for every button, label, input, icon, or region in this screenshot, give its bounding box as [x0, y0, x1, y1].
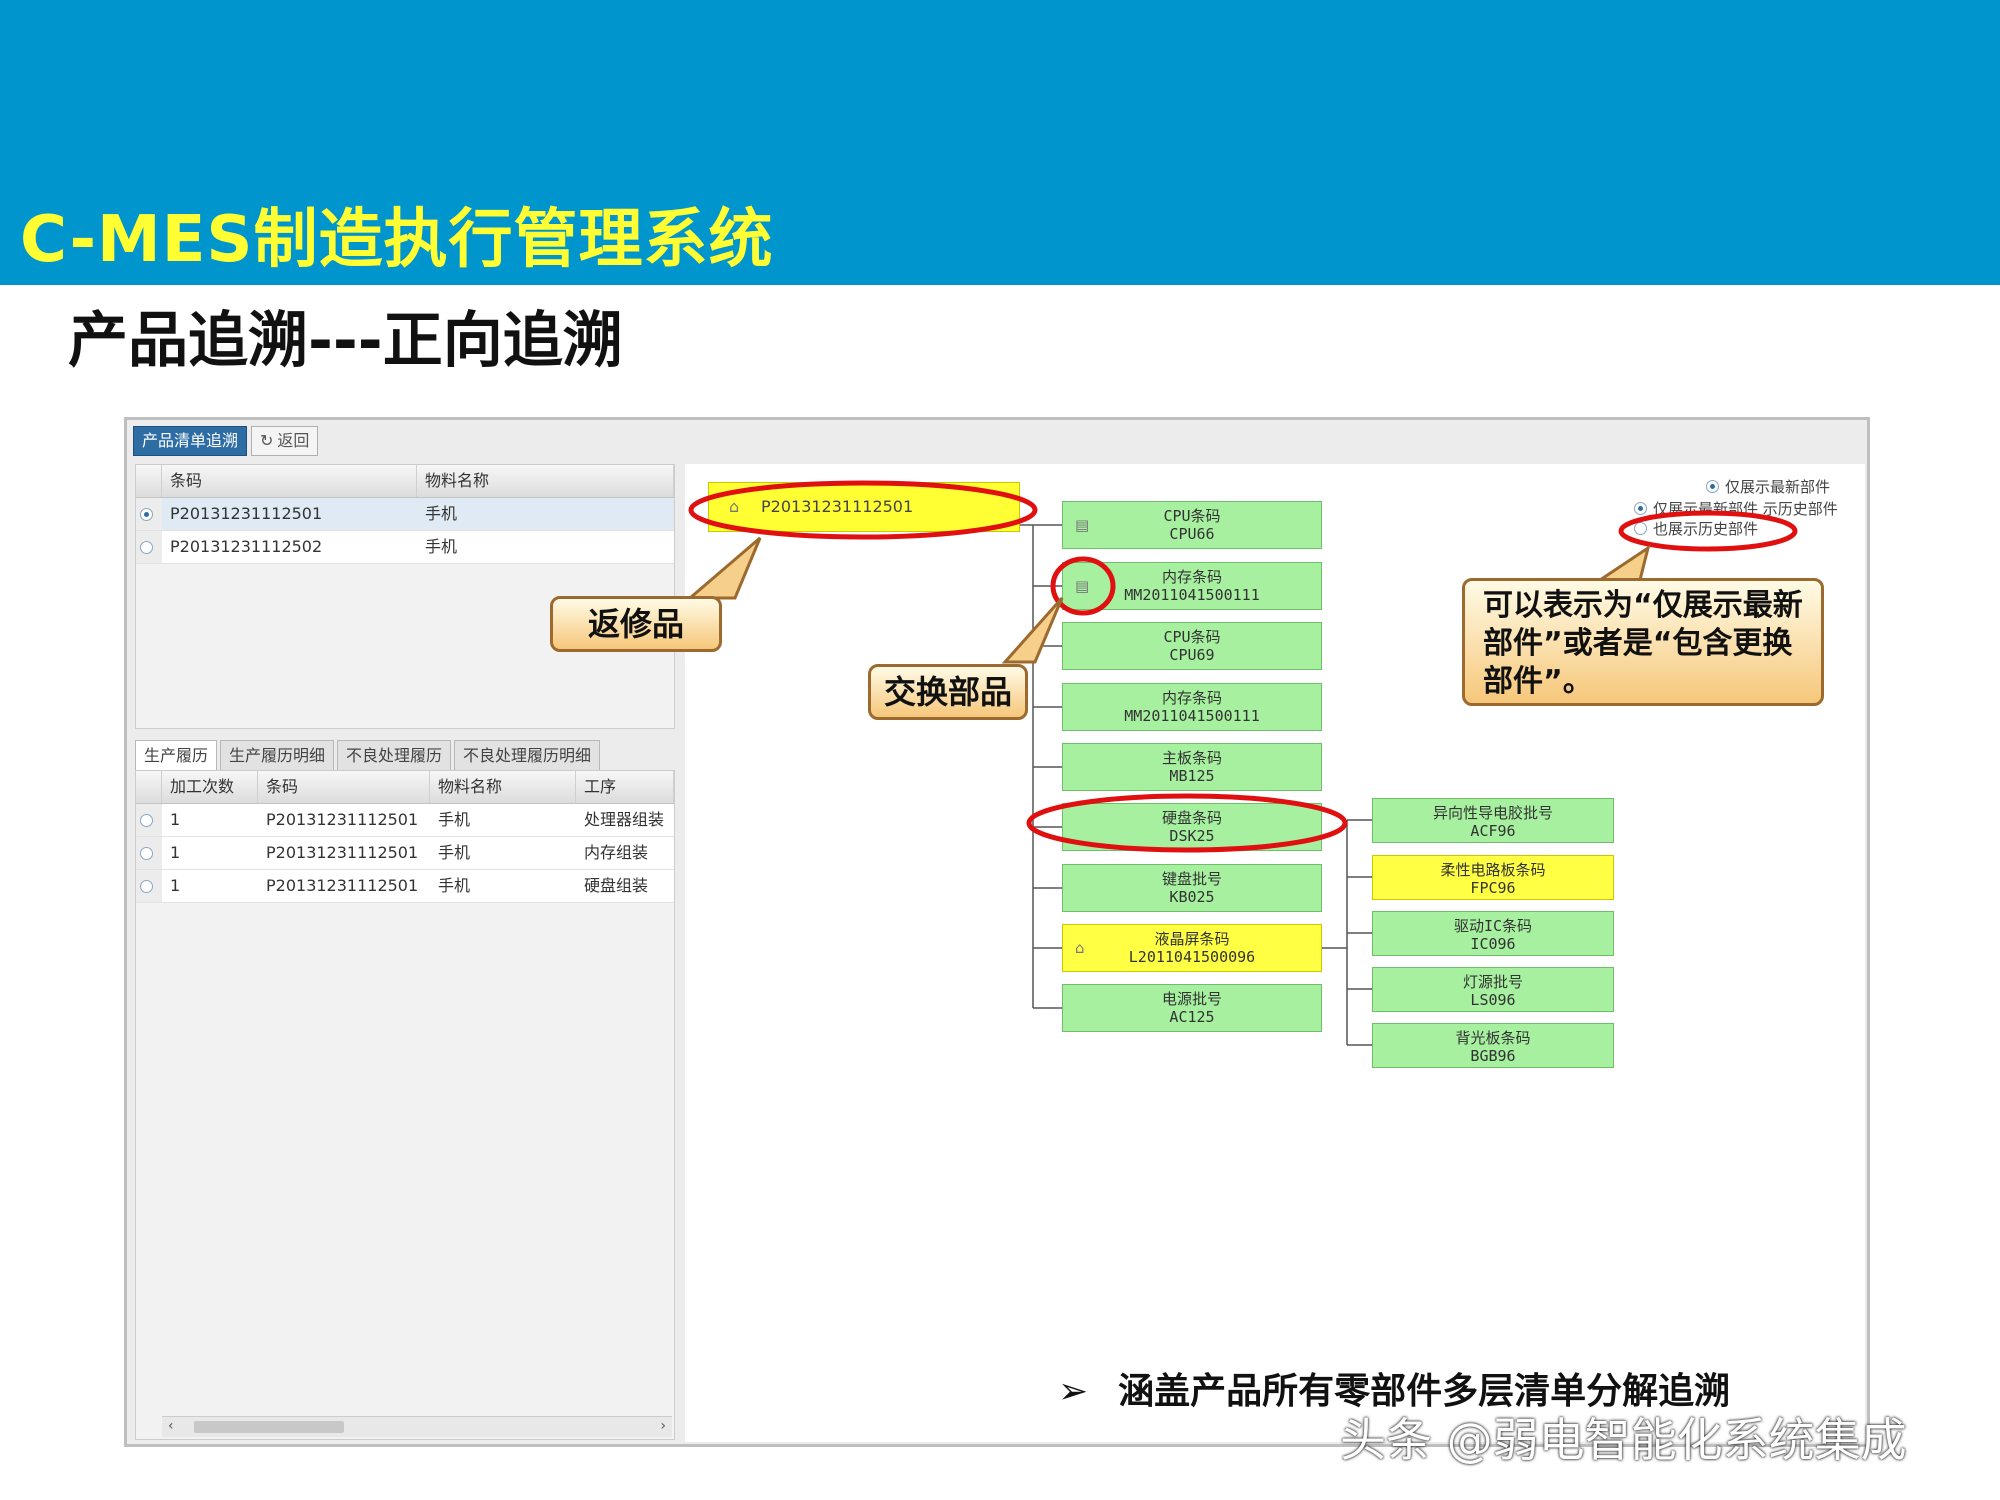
highlight-root-ellipse	[688, 480, 1038, 540]
highlight-swap-ellipse	[1050, 556, 1116, 616]
callout-swap: 交换部品	[868, 664, 1028, 720]
annotation-overlay	[685, 480, 1798, 853]
arrow-bullet-icon: ➢	[1058, 1371, 1089, 1412]
callout-repair: 返修品	[550, 596, 722, 652]
callout-display-option: 可以表示为“仅展示最新部件”或者是“包含更换部件”。	[1462, 578, 1824, 706]
highlight-harddisk-ellipse	[1026, 793, 1348, 853]
watermark: 头条 @弱电智能化系统集成	[1340, 1413, 1907, 1467]
highlight-option-ellipse	[1618, 510, 1798, 552]
